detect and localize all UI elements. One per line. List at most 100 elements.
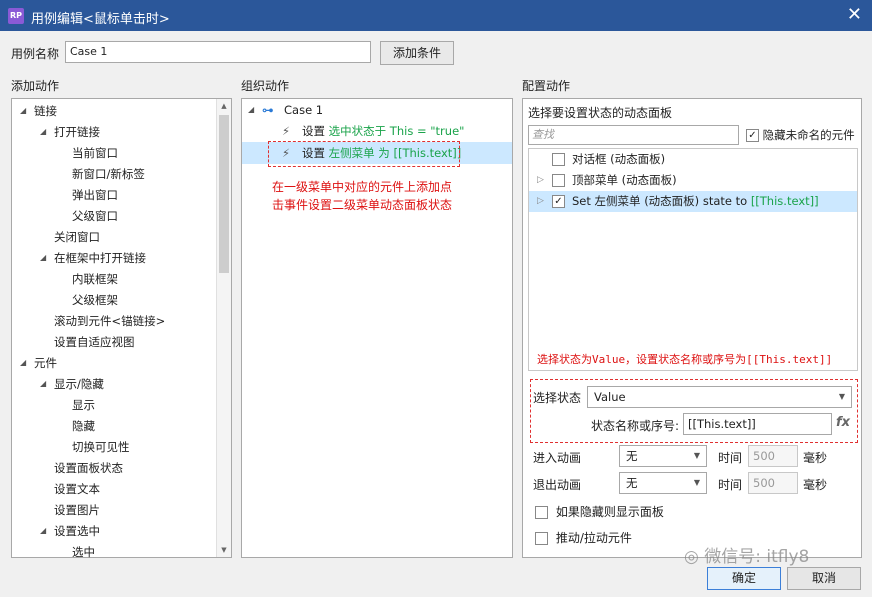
exit-ms-label: 毫秒: [803, 478, 828, 492]
collapse-icon[interactable]: ◢: [40, 374, 50, 394]
ok-button[interactable]: 确定: [707, 567, 781, 590]
cancel-button[interactable]: 取消: [787, 567, 861, 590]
collapse-icon: ◢: [248, 105, 255, 114]
dynamic-panel-list: 对话框 (动态面板) ▷ 顶部菜单 (动态面板) ▷ ✓ Set 左侧菜单 (动…: [528, 148, 858, 371]
state-select-value: Value: [594, 390, 626, 404]
action-detail: 选中状态于 This = "true": [328, 124, 465, 138]
case-name-label: 用例名称: [11, 47, 60, 61]
dynamic-panel-title: 选择要设置状态的动态面板: [528, 106, 673, 120]
expand-icon[interactable]: ▷: [537, 170, 544, 191]
tree-item-label: 关闭窗口: [54, 230, 100, 244]
enter-anim-value: 无: [626, 449, 638, 463]
collapse-icon[interactable]: ◢: [40, 122, 50, 142]
case-node[interactable]: ◢ ⊶ Case 1: [242, 99, 512, 121]
collapse-icon[interactable]: ◢: [40, 521, 50, 541]
wechat-icon: ◎: [684, 547, 699, 567]
tree-item-label: 内联框架: [72, 272, 118, 286]
panel-checkbox[interactable]: [552, 153, 565, 166]
exit-anim-value: 无: [626, 476, 638, 490]
scroll-down-icon[interactable]: ▼: [217, 543, 231, 557]
panel-state-value: [[This.text]]: [750, 194, 819, 208]
tree-item-label: 弹出窗口: [72, 188, 118, 202]
tree-item-label: 设置选中: [54, 524, 100, 538]
tree-item-label: 显示/隐藏: [54, 377, 104, 391]
panel-checkbox[interactable]: ✓: [552, 195, 565, 208]
tree-scrollbar[interactable]: ▲ ▼: [216, 99, 231, 557]
tree-item-label: 当前窗口: [72, 146, 118, 160]
tree-item-label: 设置文本: [54, 482, 100, 496]
enter-ms-label: 毫秒: [803, 451, 828, 465]
tree-item-label: 链接: [34, 104, 57, 118]
enter-anim-select[interactable]: 无 ▼: [619, 445, 707, 467]
tree-item-label: 设置面板状态: [54, 461, 123, 475]
tree-item-label: 滚动到元件<锚链接>: [54, 314, 166, 328]
panel-name: 对话框 (动态面板): [572, 152, 666, 166]
state-name-label: 状态名称或序号:: [591, 419, 680, 433]
panel-row[interactable]: 对话框 (动态面板): [529, 149, 857, 170]
hide-unnamed-checkbox[interactable]: ✓: [746, 129, 759, 142]
collapse-icon[interactable]: ◢: [20, 353, 30, 373]
show-if-hidden-option[interactable]: 如果隐藏则显示面板: [535, 503, 664, 520]
action-prefix: 设置: [302, 124, 329, 138]
state-name-input[interactable]: [[This.text]]: [683, 413, 832, 435]
panel-name: 顶部菜单 (动态面板): [572, 173, 677, 187]
panel-checkbox[interactable]: [552, 174, 565, 187]
exit-anim-select[interactable]: 无 ▼: [619, 472, 707, 494]
case-name-input[interactable]: Case 1: [65, 41, 371, 63]
tree-item-label: 元件: [34, 356, 57, 370]
exit-time-label: 时间: [718, 478, 743, 492]
panel-row-selected[interactable]: ▷ ✓ Set 左侧菜单 (动态面板) state to [[This.text…: [529, 191, 857, 212]
watermark-text: 微信号: itfly8: [704, 547, 810, 567]
tree-item-label: 打开链接: [54, 125, 100, 139]
scroll-up-icon[interactable]: ▲: [217, 99, 231, 113]
chevron-down-icon: ▼: [693, 451, 700, 460]
tree-item-label: 在框架中打开链接: [54, 251, 146, 265]
add-action-title: 添加动作: [11, 79, 60, 93]
axure-app-icon: RP: [8, 8, 24, 24]
tree-item-label: 选中: [72, 545, 95, 559]
fx-icon[interactable]: fx: [836, 415, 850, 430]
collapse-icon[interactable]: ◢: [20, 101, 30, 121]
tree-item-label: 新窗口/新标签: [72, 167, 145, 181]
push-pull-label: 推动/拉动元件: [555, 531, 632, 545]
chevron-down-icon: ▼: [838, 392, 845, 401]
tree-item-label: 父级窗口: [72, 209, 118, 223]
tree-item-label: 切换可见性: [72, 440, 130, 454]
show-if-hidden-checkbox[interactable]: [535, 506, 548, 519]
exit-time-input[interactable]: 500: [748, 472, 798, 494]
tree-item-label: 隐藏: [72, 419, 95, 433]
exit-anim-label: 退出动画: [533, 478, 582, 492]
tree-item-label: 设置自适应视图: [54, 335, 135, 349]
close-icon[interactable]: ✕: [847, 5, 862, 25]
expand-icon[interactable]: ▷: [537, 191, 544, 212]
window-title: 用例编辑<鼠标单击时>: [31, 12, 170, 27]
state-select[interactable]: Value ▼: [587, 386, 852, 408]
state-label: 选择状态: [533, 391, 582, 405]
search-input[interactable]: 查找: [528, 125, 739, 145]
hint-text: 选择状态为Value，设置状态名称或序号为[[This.text]]: [537, 353, 833, 366]
tree-item-label: 父级框架: [72, 293, 118, 307]
hide-unnamed-option[interactable]: ✓ 隐藏未命名的元件: [746, 127, 855, 143]
organize-action-panel: ◢ ⊶ Case 1 ⚡ 设置 选中状态于 This = "true" ⚡ 设置…: [241, 98, 513, 558]
wechat-watermark: ◎ 微信号: itfly8: [684, 542, 809, 567]
enter-time-input[interactable]: 500: [748, 445, 798, 467]
collapse-icon[interactable]: ◢: [40, 248, 50, 268]
add-action-tree: ◢ 链接 ◢ 打开链接当前窗口新窗口/新标签 弹出窗口父级窗口关闭窗口 ◢ 在框架中打开链接…: [11, 98, 232, 559]
organize-action-title: 组织动作: [241, 79, 290, 93]
enter-anim-label: 进入动画: [533, 451, 582, 465]
show-if-hidden-label: 如果隐藏则显示面板: [555, 505, 664, 519]
hide-unnamed-label: 隐藏未命名的元件: [762, 128, 855, 142]
add-condition-button[interactable]: 添加条件: [380, 41, 454, 65]
panel-row[interactable]: ▷ 顶部菜单 (动态面板): [529, 170, 857, 191]
action-row[interactable]: ⚡ 设置 选中状态于 This = "true": [242, 120, 512, 142]
case-label: Case 1: [284, 103, 324, 117]
lightning-icon: ⚡: [282, 124, 291, 138]
panel-name: Set 左侧菜单 (动态面板) state to: [572, 194, 751, 208]
annotation-text-2: 击事件设置二级菜单动态面板状态: [272, 198, 453, 212]
scroll-thumb[interactable]: [219, 115, 229, 273]
push-pull-checkbox[interactable]: [535, 532, 548, 545]
push-pull-option[interactable]: 推动/拉动元件: [535, 529, 632, 546]
tree-item-label: 设置图片: [54, 503, 100, 517]
highlight-box: [268, 141, 460, 167]
annotation-text-1: 在一级菜单中对应的元件上添加点: [272, 180, 453, 194]
